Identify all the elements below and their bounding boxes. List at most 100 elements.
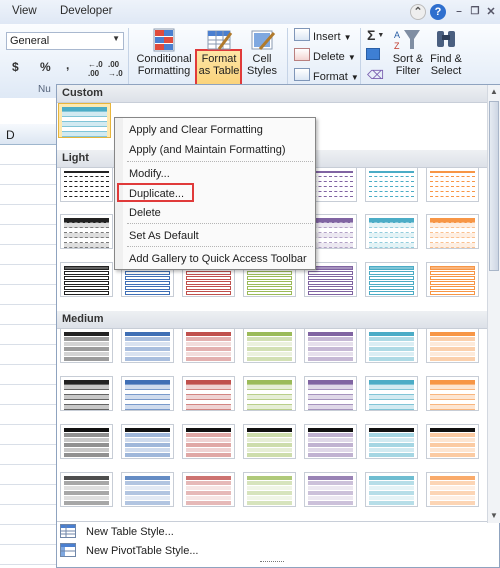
sheet-gridline: [0, 364, 56, 365]
menu-add-to-quick-access[interactable]: Add Gallery to Quick Access Toolbar: [129, 253, 307, 265]
table-style-thumbnail[interactable]: [243, 328, 296, 363]
restore-window-icon[interactable]: ❐: [467, 4, 483, 20]
gallery-scrollbar[interactable]: ▲ ▼: [487, 85, 500, 523]
table-style-thumbnail[interactable]: [60, 424, 113, 459]
table-style-thumbnail[interactable]: [243, 424, 296, 459]
scrollbar-thumb[interactable]: [489, 101, 499, 271]
table-style-thumbnail[interactable]: [426, 214, 479, 249]
collapse-ribbon-icon[interactable]: ⌃: [410, 4, 426, 20]
table-style-thumbnail[interactable]: [426, 472, 479, 507]
table-style-thumbnail[interactable]: [304, 472, 357, 507]
thumbnail-row: [64, 352, 109, 356]
cell-styles-button[interactable]: Cell Styles: [244, 27, 280, 77]
table-style-thumbnail[interactable]: [365, 328, 418, 363]
menu-apply-maintain-formatting[interactable]: Apply (and Maintain Formatting): [129, 144, 286, 156]
table-style-thumbnail[interactable]: [426, 167, 479, 202]
table-style-thumbnail[interactable]: [426, 424, 479, 459]
thumbnail-row: [430, 281, 475, 285]
thumbnail-row: [247, 405, 292, 410]
group-label-number: Nu: [38, 84, 51, 95]
sort-filter-button[interactable]: A Z Sort & Filter: [390, 27, 426, 77]
table-style-thumbnail[interactable]: [365, 214, 418, 249]
table-style-thumbnail[interactable]: [121, 472, 174, 507]
thumbnail-row: [369, 286, 414, 290]
resize-grip[interactable]: [260, 561, 284, 565]
table-style-thumbnail[interactable]: [121, 328, 174, 363]
tab-developer[interactable]: Developer: [60, 5, 112, 17]
table-style-thumbnail[interactable]: [60, 376, 113, 411]
thumbnail-row: [308, 453, 353, 457]
help-icon[interactable]: ?: [430, 4, 446, 20]
table-style-thumbnail[interactable]: [365, 262, 418, 297]
format-button[interactable]: Format ▼: [294, 68, 359, 83]
thumbnail-row: [125, 276, 170, 280]
table-style-thumbnail[interactable]: [182, 376, 235, 411]
sheet-gridline: [0, 504, 56, 505]
table-style-thumbnail[interactable]: [365, 167, 418, 202]
thumbnail-row: [430, 428, 475, 432]
table-style-thumbnail[interactable]: [426, 376, 479, 411]
table-style-thumbnail[interactable]: [60, 262, 113, 297]
insert-button[interactable]: Insert ▼: [294, 28, 352, 43]
new-table-style-command[interactable]: New Table Style...: [58, 522, 486, 542]
thumbnail-row: [125, 337, 170, 341]
table-style-thumbnail[interactable]: [182, 424, 235, 459]
scroll-up-icon[interactable]: ▲: [490, 87, 498, 96]
worksheet-area[interactable]: [0, 98, 56, 568]
autosum-icon[interactable]: Σ ▼: [367, 27, 384, 43]
table-style-thumbnail[interactable]: [304, 424, 357, 459]
table-style-thumbnail[interactable]: [182, 328, 235, 363]
table-style-thumbnail[interactable]: [121, 424, 174, 459]
custom-style-thumbnail[interactable]: [58, 103, 111, 138]
sheet-gridline: [0, 324, 56, 325]
table-style-thumbnail[interactable]: [365, 472, 418, 507]
increase-decimal-icon[interactable]: ←.0.00: [88, 60, 103, 78]
conditional-formatting-label-1: Conditional: [136, 53, 192, 65]
new-pivottable-style-label: New PivotTable Style...: [86, 545, 199, 557]
table-style-thumbnail[interactable]: [426, 262, 479, 297]
close-window-icon[interactable]: ✕: [483, 4, 499, 20]
menu-apply-clear-formatting[interactable]: Apply and Clear Formatting: [129, 124, 263, 136]
format-as-table-button[interactable]: Format as Table: [196, 27, 242, 77]
minimize-window-icon[interactable]: –: [451, 4, 467, 20]
table-style-thumbnail[interactable]: [365, 424, 418, 459]
table-style-thumbnail[interactable]: [304, 328, 357, 363]
currency-button[interactable]: $: [12, 60, 19, 74]
section-medium-label: Medium: [62, 313, 104, 325]
new-pivottable-style-icon: [60, 543, 76, 557]
percent-button[interactable]: %: [40, 60, 51, 74]
thumbnail-row: [247, 332, 292, 336]
decrease-decimal-icon[interactable]: .00 →.0: [108, 60, 123, 78]
column-header[interactable]: D: [0, 124, 56, 145]
tab-view[interactable]: View: [12, 5, 37, 17]
table-style-thumbnail[interactable]: [243, 376, 296, 411]
table-style-thumbnail[interactable]: [304, 376, 357, 411]
table-style-thumbnail[interactable]: [365, 376, 418, 411]
delete-button[interactable]: Delete ▼: [294, 48, 356, 63]
number-format-combo[interactable]: General ▼: [6, 32, 124, 50]
sheet-gridline: [0, 424, 56, 425]
table-style-thumbnail[interactable]: [182, 472, 235, 507]
menu-modify[interactable]: Modify...: [129, 168, 170, 180]
table-style-thumbnail[interactable]: [426, 328, 479, 363]
sort-filter-label-2: Filter: [395, 65, 421, 77]
table-style-thumbnail[interactable]: [60, 328, 113, 363]
conditional-formatting-button[interactable]: Conditional Formatting: [134, 27, 194, 77]
table-style-thumbnail[interactable]: [60, 472, 113, 507]
menu-set-as-default[interactable]: Set As Default: [129, 230, 199, 242]
table-style-thumbnail[interactable]: [121, 376, 174, 411]
menu-delete[interactable]: Delete: [129, 207, 161, 219]
scroll-down-icon[interactable]: ▼: [490, 511, 498, 520]
insert-cells-icon: [294, 28, 310, 41]
thumbnail-row: [369, 357, 414, 361]
clear-icon[interactable]: ⌫: [367, 68, 384, 82]
table-style-thumbnail[interactable]: [243, 472, 296, 507]
new-pivottable-style-command[interactable]: New PivotTable Style...: [58, 541, 486, 561]
find-select-button[interactable]: Find & Select: [428, 27, 464, 77]
thumbnail-row: [247, 271, 292, 275]
fill-icon[interactable]: [366, 48, 380, 60]
table-style-thumbnail[interactable]: [60, 167, 113, 202]
table-style-thumbnail[interactable]: [60, 214, 113, 249]
thumbnail-row: [247, 352, 292, 356]
comma-style-button[interactable]: ,: [66, 58, 69, 72]
